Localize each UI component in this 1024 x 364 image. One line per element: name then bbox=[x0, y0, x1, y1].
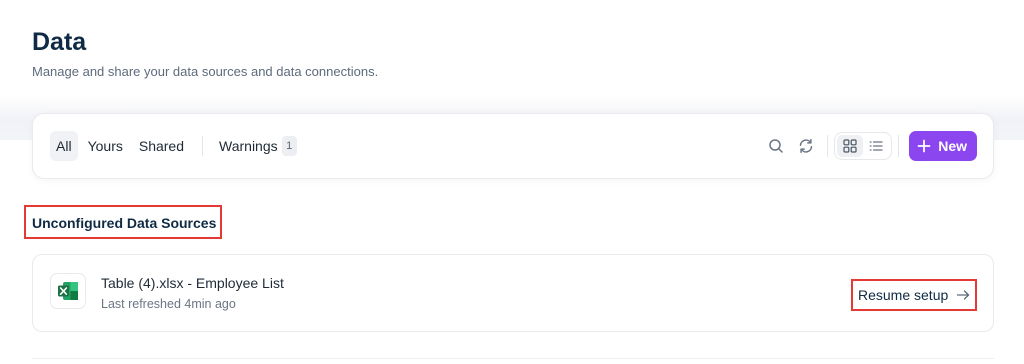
grid-view-icon bbox=[843, 139, 857, 153]
search-button[interactable] bbox=[761, 131, 791, 161]
list-view-icon bbox=[869, 141, 883, 151]
filter-tab-shared[interactable]: Shared bbox=[133, 131, 190, 161]
bottom-divider bbox=[32, 358, 994, 359]
page-subtitle: Manage and share your data sources and d… bbox=[32, 64, 379, 79]
new-button-label: New bbox=[938, 138, 967, 154]
filter-tab-label: All bbox=[56, 138, 72, 154]
data-source-name: Table (4).xlsx - Employee List bbox=[101, 275, 284, 291]
search-icon bbox=[769, 139, 783, 153]
new-button[interactable]: New bbox=[909, 131, 977, 161]
page-title: Data bbox=[32, 28, 87, 56]
filter-tab-label: Shared bbox=[138, 138, 185, 154]
warnings-count-badge: 1 bbox=[281, 136, 297, 156]
excel-file-icon bbox=[58, 282, 78, 300]
toolbar-divider bbox=[827, 135, 829, 157]
data-source-last-refreshed: Last refreshed 4min ago bbox=[101, 297, 236, 311]
file-icon-container bbox=[50, 273, 86, 309]
refresh-button[interactable] bbox=[791, 131, 821, 161]
refresh-icon bbox=[799, 139, 813, 153]
grid-view-button[interactable] bbox=[837, 135, 864, 157]
resume-setup-button[interactable]: Resume setup bbox=[858, 285, 970, 305]
view-toggle bbox=[834, 132, 893, 160]
toolbar: All Yours Shared Warnings 1 New bbox=[32, 113, 994, 179]
filter-tab-all[interactable]: All bbox=[50, 131, 78, 161]
filter-divider bbox=[202, 136, 204, 156]
filter-tab-warnings[interactable]: Warnings 1 bbox=[213, 131, 303, 161]
list-view-button[interactable] bbox=[863, 135, 889, 157]
plus-icon bbox=[917, 139, 931, 153]
toolbar-actions: New bbox=[761, 130, 977, 162]
arrow-right-icon bbox=[957, 290, 970, 300]
data-source-card[interactable]: Table (4).xlsx - Employee List Last refr… bbox=[32, 254, 994, 332]
resume-setup-label: Resume setup bbox=[858, 287, 949, 303]
toolbar-divider bbox=[898, 135, 900, 157]
section-title-unconfigured: Unconfigured Data Sources bbox=[32, 215, 217, 231]
filter-tab-yours[interactable]: Yours bbox=[82, 131, 129, 161]
filter-tab-label: Yours bbox=[87, 138, 123, 154]
filter-tabs: All Yours Shared Warnings 1 bbox=[50, 131, 305, 161]
filter-tab-label: Warnings bbox=[219, 138, 278, 154]
